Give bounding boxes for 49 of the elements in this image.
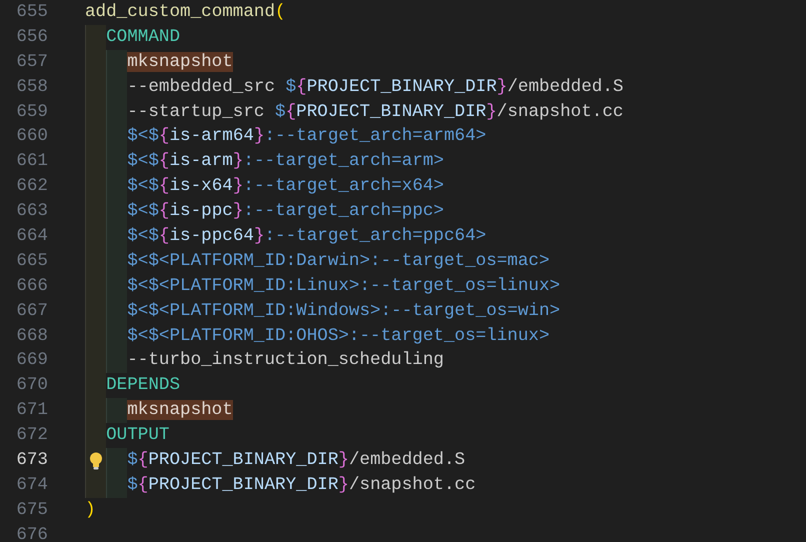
code-line: $<${is-arm64}:--target_arch=arm64>: [127, 125, 486, 148]
code-line: $<${is-arm}:--target_arch=arm>: [127, 150, 444, 174]
indent-guide: [106, 348, 128, 374]
line-number: 658: [15, 76, 48, 99]
code-line: --embedded_src ${PROJECT_BINARY_DIR}/embedded.S: [127, 76, 624, 99]
indent-guide: [106, 50, 128, 75]
line-number: 674: [15, 474, 48, 497]
line-number: 664: [15, 225, 48, 248]
line-number: 660: [15, 125, 48, 148]
line-number: 673: [15, 449, 48, 472]
line-number: 669: [15, 349, 48, 372]
line-number: 667: [15, 300, 48, 323]
line-number: 662: [15, 175, 48, 198]
line-number: 659: [15, 100, 48, 124]
line-number: 668: [15, 324, 48, 348]
line-number: 655: [15, 1, 48, 24]
code-line: $<${is-x64}:--target_arch=x64>: [127, 175, 444, 198]
code-line: $<$<PLATFORM_ID:Windows>:--target_os=win>: [127, 300, 560, 323]
code-line: $<$<PLATFORM_ID:Darwin>:--target_os=mac>: [127, 250, 550, 273]
line-number: 676: [15, 524, 48, 542]
line-number: 661: [15, 150, 48, 174]
line-number: 675: [15, 498, 48, 522]
indent-guide: [85, 472, 106, 498]
code-line: $<${is-ppc64}:--target_arch=ppc64>: [127, 225, 486, 248]
code-line: ${PROJECT_BINARY_DIR}/embedded.S: [127, 449, 466, 472]
code-line: DEPENDS: [106, 374, 180, 398]
code-line: --startup_src ${PROJECT_BINARY_DIR}/snapshot.cc: [127, 100, 624, 124]
code-line: OUTPUT: [106, 424, 170, 448]
code-line: $<$<PLATFORM_ID:OHOS>:--target_os=linux>: [127, 324, 550, 348]
indent-guide: [106, 472, 128, 498]
code-line: --turbo_instruction_scheduling: [127, 349, 444, 372]
line-number: 656: [15, 26, 48, 49]
code-line: ): [85, 498, 96, 522]
line-number: 672: [15, 424, 48, 448]
line-number: 671: [15, 399, 48, 422]
line-number: 663: [15, 200, 48, 224]
line-number: 666: [15, 274, 48, 298]
line-number: 657: [15, 50, 48, 74]
code-line: $<$<PLATFORM_ID:Linux>:--target_os=linux>: [127, 274, 560, 298]
code-line: ${PROJECT_BINARY_DIR}/snapshot.cc: [127, 474, 476, 497]
line-number: 665: [15, 250, 48, 273]
code-line: COMMAND: [106, 26, 180, 49]
code-line: add_custom_command(: [85, 1, 286, 24]
indent-guide: [106, 448, 128, 473]
lightbulb-icon[interactable]: [89, 452, 103, 470]
line-number: 670: [15, 374, 48, 398]
code-line: $<${is-ppc}:--target_arch=ppc>: [127, 200, 444, 224]
indent-guide: [106, 398, 128, 424]
indent-guide: [85, 24, 106, 50]
